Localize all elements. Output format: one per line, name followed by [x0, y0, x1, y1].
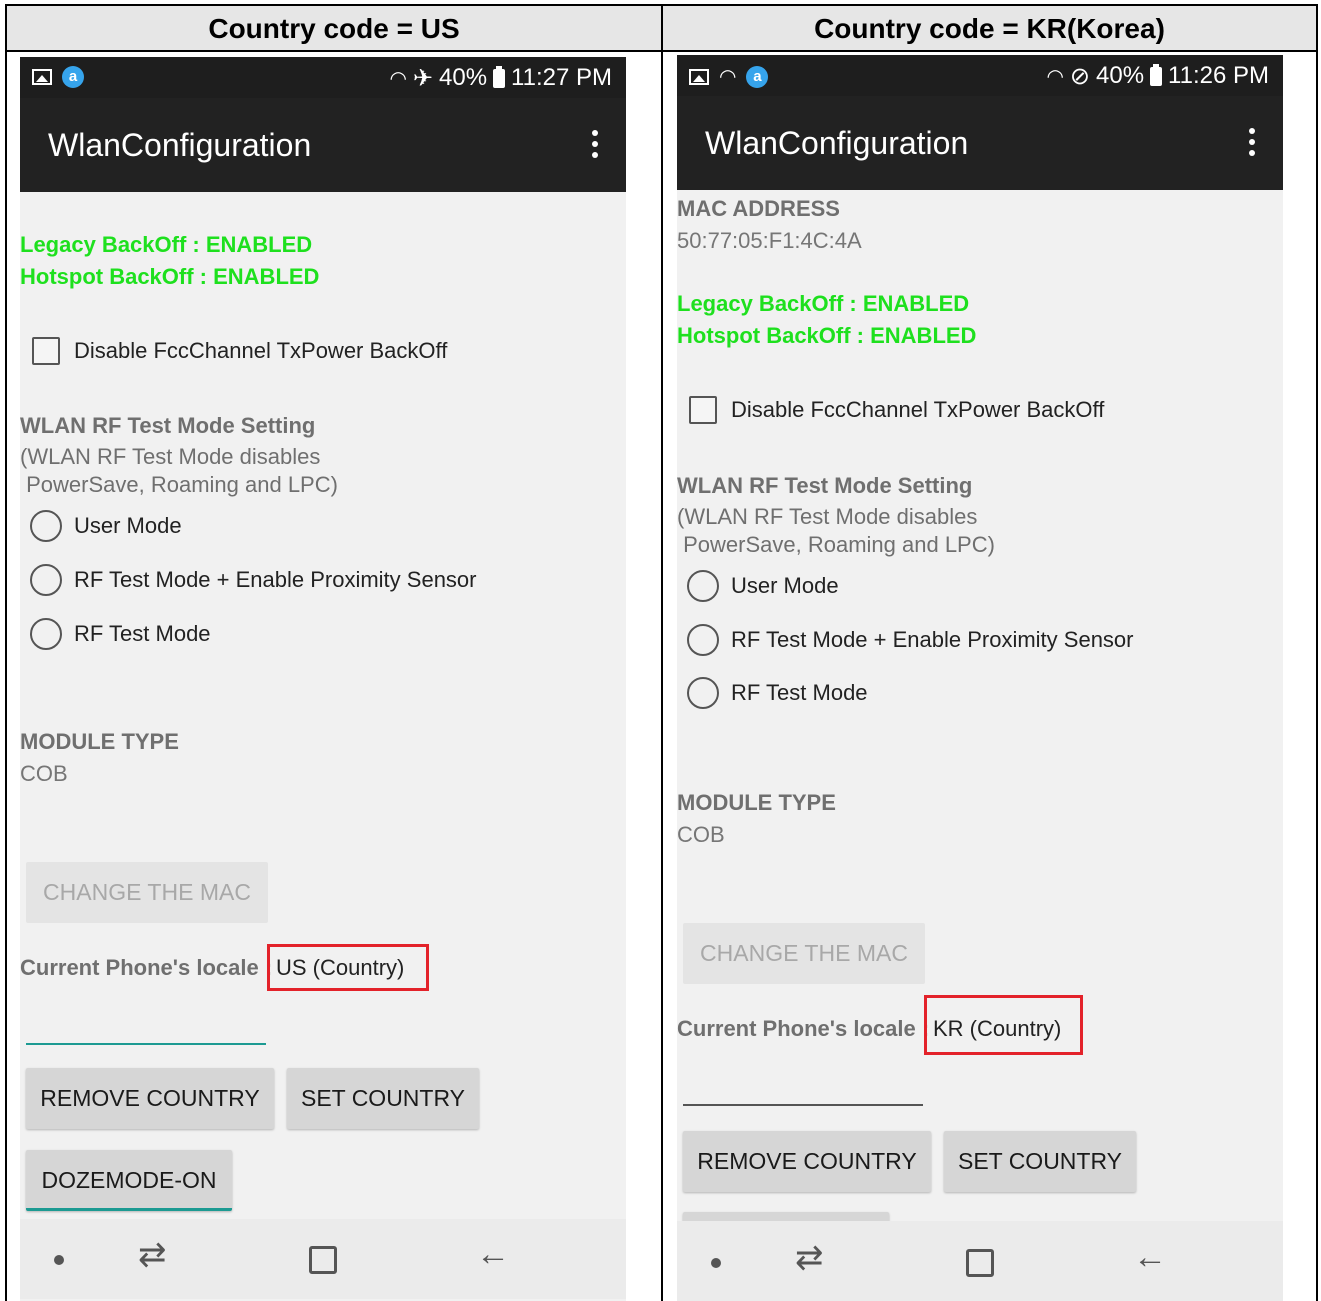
change-mac-button[interactable]: CHANGE THE MAC — [26, 862, 268, 923]
navigation-bar: ⇄ ← — [20, 1219, 626, 1299]
battery-icon — [1150, 63, 1163, 86]
hotspot-backoff-status: Hotspot BackOff : ENABLED — [677, 323, 977, 348]
legacy-backoff-status: Legacy BackOff : ENABLED — [20, 232, 313, 257]
back-icon[interactable]: ← — [476, 1235, 510, 1274]
radio-button[interactable] — [30, 510, 62, 542]
disable-fcc-checkbox[interactable] — [32, 337, 60, 365]
radio-rf-test-label: RF Test Mode — [731, 680, 868, 705]
radio-button[interactable] — [687, 624, 719, 656]
assistant-icon: a — [62, 66, 84, 88]
set-country-button[interactable]: SET COUNTRY — [944, 1131, 1136, 1192]
mac-address-value: 50:77:05:F1:4C:4A — [677, 228, 862, 253]
status-bar: ◠ a ◠ ⊘ 40% 11:26 PM — [677, 55, 1283, 96]
status-bar: a ◠ ✈ 40% 11:27 PM — [20, 57, 626, 98]
locale-label: Current Phone's locale : — [20, 955, 279, 980]
airplane-icon: ✈ — [412, 64, 433, 92]
radio-user-label: User Mode — [74, 513, 182, 538]
header-us: Country code = US — [208, 13, 460, 44]
radio-user-mode[interactable]: User Mode — [687, 570, 839, 602]
battery-icon — [493, 65, 506, 88]
radio-user-label: User Mode — [731, 573, 839, 598]
change-mac-button[interactable]: CHANGE THE MAC — [683, 923, 925, 984]
disable-fcc-row[interactable]: Disable FccChannel TxPower BackOff — [32, 337, 447, 365]
overflow-menu-icon[interactable] — [588, 130, 602, 158]
column-divider — [661, 4, 663, 1301]
dozemode-on-button[interactable]: DOZEMODE-ON — [26, 1150, 232, 1211]
radio-rf-test-label: RF Test Mode — [74, 621, 211, 646]
radio-user-mode[interactable]: User Mode — [30, 510, 182, 542]
mac-address-label: MAC ADDRESS — [677, 196, 840, 221]
recent-apps-icon[interactable]: ⇄ — [138, 1235, 167, 1275]
locale-value: KR (Country) — [933, 1016, 1062, 1041]
do-not-disturb-icon: ⊘ — [1069, 62, 1090, 90]
radio-button[interactable] — [30, 564, 62, 596]
assistant-icon: a — [746, 65, 769, 88]
back-icon[interactable]: ← — [1133, 1238, 1167, 1277]
home-dot-icon[interactable] — [711, 1258, 721, 1268]
image-icon — [32, 69, 52, 85]
clock: 11:26 PM — [1168, 62, 1269, 89]
rf-mode-note-1: (WLAN RF Test Mode disables — [20, 444, 321, 469]
wifi-icon: ◠ — [1046, 65, 1064, 88]
disable-fcc-label: Disable FccChannel TxPower BackOff — [731, 397, 1105, 422]
remove-country-button[interactable]: REMOVE COUNTRY — [26, 1068, 274, 1129]
battery-percent: 40% — [1096, 62, 1145, 89]
battery-percent: 40% — [439, 64, 488, 91]
wifi-icon: ◠ — [719, 66, 737, 88]
module-type-value: COB — [677, 822, 725, 847]
radio-rf-test-mode[interactable]: RF Test Mode — [30, 618, 211, 650]
country-input[interactable] — [26, 1043, 266, 1045]
radio-rf-proximity-mode[interactable]: RF Test Mode + Enable Proximity Sensor — [30, 564, 477, 596]
rf-mode-title: WLAN RF Test Mode Setting — [677, 473, 973, 498]
app-title: WlanConfiguration — [705, 125, 969, 161]
image-icon — [689, 68, 709, 85]
overview-icon[interactable] — [966, 1249, 994, 1277]
module-type-label: MODULE TYPE — [677, 790, 836, 815]
remove-country-button[interactable]: REMOVE COUNTRY — [683, 1131, 931, 1192]
radio-rf-test-mode[interactable]: RF Test Mode — [687, 677, 868, 709]
app-bar: WlanConfiguration — [677, 96, 1283, 190]
navigation-bar: ⇄ ← — [677, 1221, 1283, 1301]
locale-label: Current Phone's locale : — [677, 1016, 936, 1041]
legacy-backoff-status: Legacy BackOff : ENABLED — [677, 291, 970, 316]
hotspot-backoff-status: Hotspot BackOff : ENABLED — [20, 264, 320, 289]
disable-fcc-row[interactable]: Disable FccChannel TxPower BackOff — [689, 396, 1104, 424]
radio-button[interactable] — [30, 618, 62, 650]
rf-mode-note-2: PowerSave, Roaming and LPC) — [20, 472, 338, 497]
recent-apps-icon[interactable]: ⇄ — [795, 1238, 824, 1278]
overview-icon[interactable] — [309, 1246, 337, 1274]
radio-rf-proximity-label: RF Test Mode + Enable Proximity Sensor — [731, 627, 1134, 652]
locale-value: US (Country) — [276, 955, 405, 980]
wifi-icon: ◠ — [389, 67, 407, 90]
module-type-value: COB — [20, 761, 68, 786]
radio-rf-proximity-label: RF Test Mode + Enable Proximity Sensor — [74, 567, 477, 592]
phone-screen-kr: ◠ a ◠ ⊘ 40% 11:26 PM WlanConfiguration M… — [677, 55, 1283, 1301]
disable-fcc-checkbox[interactable] — [689, 396, 717, 424]
radio-rf-proximity-mode[interactable]: RF Test Mode + Enable Proximity Sensor — [687, 624, 1134, 656]
app-bar: WlanConfiguration — [20, 98, 626, 192]
rf-mode-title: WLAN RF Test Mode Setting — [20, 413, 316, 438]
phone-screen-us: a ◠ ✈ 40% 11:27 PM WlanConfiguration Leg… — [20, 57, 626, 1301]
radio-button[interactable] — [687, 677, 719, 709]
set-country-button[interactable]: SET COUNTRY — [287, 1068, 479, 1129]
disable-fcc-label: Disable FccChannel TxPower BackOff — [74, 338, 448, 363]
home-dot-icon[interactable] — [54, 1255, 64, 1265]
radio-button[interactable] — [687, 570, 719, 602]
rf-mode-note-1: (WLAN RF Test Mode disables — [677, 504, 978, 529]
clock: 11:27 PM — [511, 64, 612, 91]
country-input[interactable] — [683, 1104, 923, 1106]
overflow-menu-icon[interactable] — [1245, 128, 1259, 156]
header-kr: Country code = KR(Korea) — [814, 13, 1165, 44]
module-type-label: MODULE TYPE — [20, 729, 179, 754]
app-title: WlanConfiguration — [48, 127, 312, 163]
rf-mode-note-2: PowerSave, Roaming and LPC) — [677, 532, 995, 557]
